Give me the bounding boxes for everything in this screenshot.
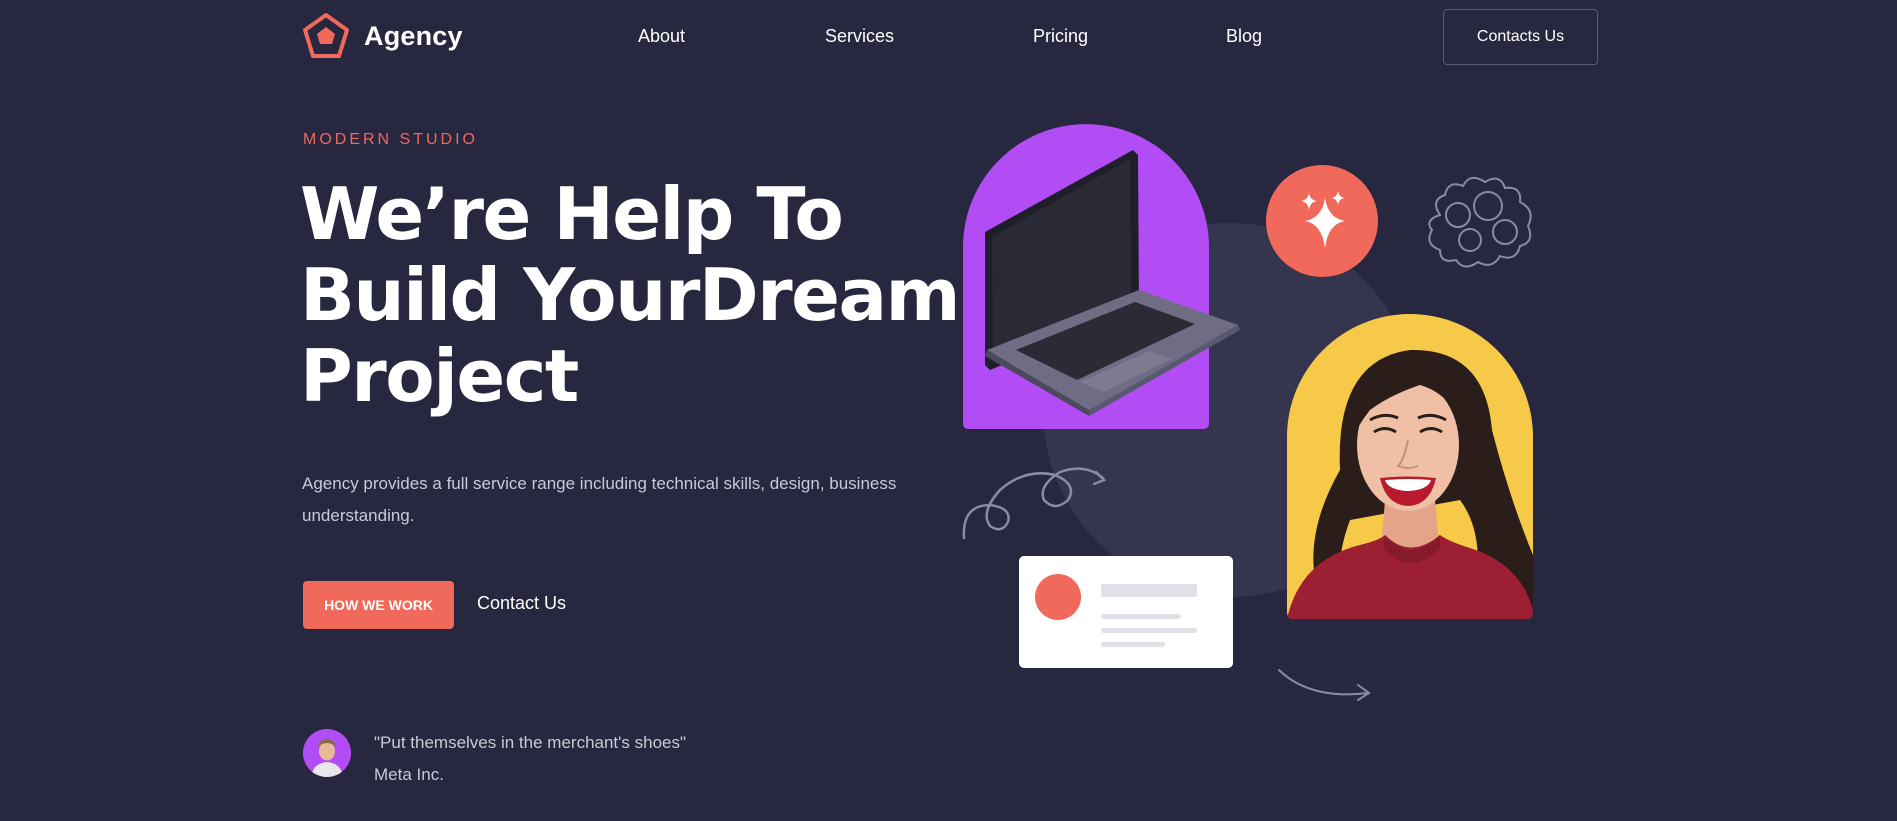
woman-portrait-illustration [1287,314,1533,619]
sparkle-icon [1266,165,1378,277]
laptop-illustration [963,124,1240,429]
hero-illustration [962,124,1533,701]
profile-card-illustration [1019,556,1233,668]
arrow-doodle-icon [1278,669,1371,701]
cloud-doodle-icon [1428,176,1532,268]
landing-page: Agency About Services Pricing Blog Conta… [0,0,1897,821]
